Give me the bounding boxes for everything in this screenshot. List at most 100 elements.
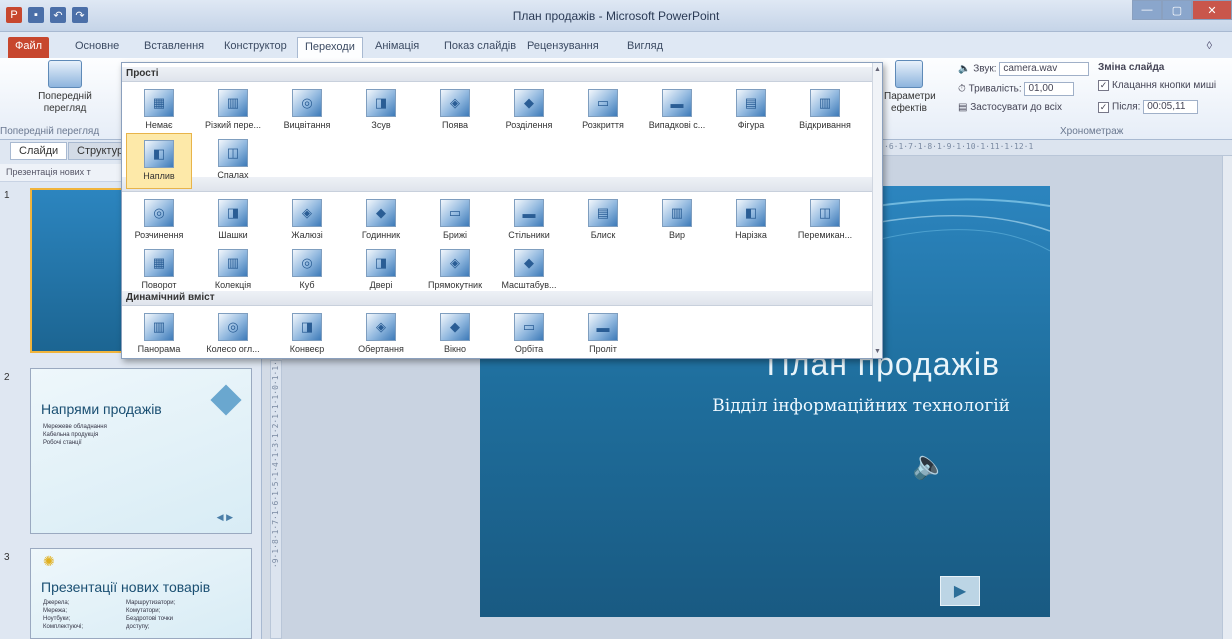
transition-thumbnail-icon: ◆ <box>514 249 544 277</box>
slide2-bullets: Мережеве обладнання Кабельна продукція Р… <box>43 423 107 447</box>
tab-animations[interactable]: Анімація <box>368 37 426 58</box>
slide3-title: Презентації нових товарів <box>41 579 211 595</box>
transition-simple-item[interactable]: ▤ Фігура <box>718 83 784 139</box>
transition-exciting-item[interactable]: ◨ Шашки <box>200 193 266 249</box>
transition-exciting-item[interactable]: ◆ Масштабув... <box>496 243 562 299</box>
title-bar: P ▪ ↶ ↷ План продажів - Microsoft PowerP… <box>0 0 1232 32</box>
gallery-header-simple: Прості <box>122 67 874 82</box>
transition-label: Блиск <box>590 230 616 240</box>
transition-thumbnail-icon: ◈ <box>366 313 396 341</box>
transition-thumbnail-icon: ▬ <box>514 199 544 227</box>
transition-dynamic-item[interactable]: ▬ Проліт <box>570 307 636 363</box>
gallery-scrollbar[interactable]: ▲ ▼ <box>872 63 882 358</box>
scroll-down-icon[interactable]: ▼ <box>874 348 881 355</box>
transition-dynamic-item[interactable]: ◨ Конвеєр <box>274 307 340 363</box>
transition-label: Жалюзі <box>291 230 323 240</box>
tab-transitions[interactable]: Переходи <box>297 37 363 58</box>
transition-dynamic-item[interactable]: ◆ Вікно <box>422 307 488 363</box>
transition-label: Масштабув... <box>501 280 557 290</box>
window-title: План продажів - Microsoft PowerPoint <box>512 9 720 23</box>
transition-simple-item[interactable]: ◆ Розділення <box>496 83 562 139</box>
transition-thumbnail-icon: ▥ <box>810 89 840 117</box>
duration-input[interactable]: 01,00 <box>1024 82 1075 96</box>
transition-exciting-item[interactable]: ◎ Куб <box>274 243 340 299</box>
transition-simple-item[interactable]: ▭ Розкриття <box>570 83 636 139</box>
transition-thumbnail-icon: ◧ <box>736 199 766 227</box>
transition-label: Панорама <box>137 344 181 354</box>
transition-thumbnail-icon: ◫ <box>810 199 840 227</box>
scroll-up-icon[interactable]: ▲ <box>874 66 881 73</box>
slide3-bullet: Бездротові точки <box>126 616 173 622</box>
tab-home[interactable]: Основне <box>68 37 126 58</box>
tab-insert[interactable]: Вставлення <box>137 37 211 58</box>
minimize-button[interactable]: — <box>1132 0 1162 20</box>
after-checkbox[interactable]: ✓ <box>1098 101 1109 113</box>
mouse-click-checkbox[interactable]: ✓ <box>1098 80 1109 91</box>
transition-simple-item[interactable]: ◎ Вицвітання <box>274 83 340 139</box>
slide-number-2: 2 <box>4 372 10 383</box>
slide-number-3: 3 <box>4 552 10 563</box>
tab-review[interactable]: Рецензування <box>520 37 606 58</box>
transition-dynamic-item[interactable]: ▭ Орбіта <box>496 307 562 363</box>
apply-all-button[interactable]: ▤ Застосувати до всіх <box>958 102 1062 113</box>
sound-row: 🔈 Звук: camera.wav <box>958 62 1090 76</box>
transition-exciting-item[interactable]: ▤ Блиск <box>570 193 636 249</box>
transition-simple-item[interactable]: ◨ Зсув <box>348 83 414 139</box>
preview-button[interactable]: Попередній перегляд <box>30 60 100 115</box>
transition-thumbnail-icon: ▤ <box>588 199 618 227</box>
transition-exciting-item[interactable]: ◈ Жалюзі <box>274 193 340 249</box>
slide3-bullet: Комутатори; <box>126 608 161 614</box>
slide-number-1: 1 <box>4 190 10 201</box>
close-button[interactable]: ✕ <box>1192 0 1232 20</box>
transition-exciting-item[interactable]: ▥ Вир <box>644 193 710 249</box>
play-button-icon[interactable]: ▶ <box>940 576 980 606</box>
transition-dynamic-item[interactable]: ◎ Колесо огл... <box>200 307 266 363</box>
advance-header: Зміна слайда <box>1098 62 1165 73</box>
transition-label: Обертання <box>358 344 404 354</box>
transition-exciting-item[interactable]: ▦ Поворот <box>126 243 192 299</box>
transition-dynamic-item[interactable]: ◈ Обертання <box>348 307 414 363</box>
slide2-graphic-icon <box>210 384 242 416</box>
help-icon[interactable]: ◊ <box>1207 40 1212 52</box>
slide-thumbnail-2[interactable]: Напрями продажів Мережеве обладнання Каб… <box>30 368 252 534</box>
tab-design[interactable]: Конструктор <box>217 37 294 58</box>
vertical-scrollbar[interactable] <box>1222 156 1232 639</box>
transition-exciting-item[interactable]: ▭ Брижі <box>422 193 488 249</box>
transition-exciting-item[interactable]: ◧ Нарізка <box>718 193 784 249</box>
slide2-nav-buttons-icon: ◀ ▶ <box>216 512 233 522</box>
transition-simple-item[interactable]: ◫ Спалах <box>200 133 266 189</box>
transition-label: Розчинення <box>134 230 184 240</box>
transition-simple-item[interactable]: ▦ Немає <box>126 83 192 139</box>
effect-options-button[interactable]: Параметри ефектів <box>884 60 936 115</box>
mouse-click-label: Клацання кнопки миші <box>1112 80 1217 92</box>
tab-file[interactable]: Файл <box>8 37 50 58</box>
slide-subtitle[interactable]: Відділ інформаційних технологій <box>712 396 1010 416</box>
sound-select[interactable]: camera.wav <box>999 62 1090 76</box>
transition-exciting-item[interactable]: ◨ Двері <box>348 243 414 299</box>
transition-thumbnail-icon: ◨ <box>292 313 322 341</box>
transition-simple-item[interactable]: ◈ Поява <box>422 83 488 139</box>
tab-slides[interactable]: Слайди <box>10 142 68 160</box>
slide3-bullet: Мережа; <box>43 608 68 614</box>
transition-exciting-item[interactable]: ◆ Годинник <box>348 193 414 249</box>
transition-thumbnail-icon: ▦ <box>144 249 174 277</box>
slide-thumbnail-3[interactable]: ✺ Презентації нових товарів Джерела; Мер… <box>30 548 252 639</box>
after-input[interactable]: 00:05,11 <box>1143 100 1199 114</box>
tab-slideshow[interactable]: Показ слайдів <box>437 37 523 58</box>
transition-exciting-item[interactable]: ▥ Колекція <box>200 243 266 299</box>
transition-exciting-item[interactable]: ◎ Розчинення <box>126 193 192 249</box>
transition-exciting-item[interactable]: ◈ Прямокутник <box>422 243 488 299</box>
transition-simple-item[interactable]: ▬ Випадкові с... <box>644 83 710 139</box>
speaker-icon[interactable]: 🔈 <box>912 448 947 481</box>
transition-dynamic-item[interactable]: ▥ Панорама <box>126 307 192 363</box>
tab-view[interactable]: Вигляд <box>620 37 670 58</box>
transition-thumbnail-icon: ◧ <box>144 140 174 168</box>
transition-simple-item[interactable]: ▥ Відкривання <box>792 83 858 139</box>
transition-thumbnail-icon: ◎ <box>144 199 174 227</box>
transition-exciting-item[interactable]: ▬ Стільники <box>496 193 562 249</box>
transition-simple-item[interactable]: ◧ Наплив <box>126 133 192 189</box>
maximize-button[interactable]: ▢ <box>1162 0 1192 20</box>
transition-simple-item[interactable]: ▥ Різкий пере... <box>200 83 266 139</box>
transition-label: Поворот <box>141 280 177 290</box>
transition-exciting-item[interactable]: ◫ Перемикан... <box>792 193 858 249</box>
